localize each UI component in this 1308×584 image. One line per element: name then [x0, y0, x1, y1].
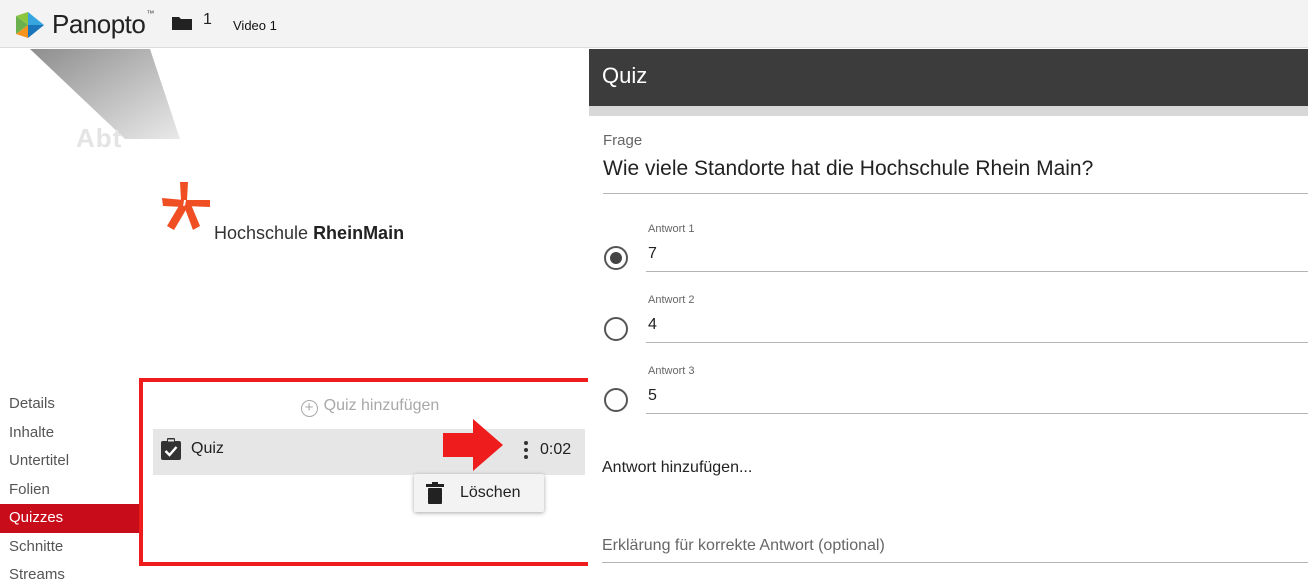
slide-faded-text: Abt: [76, 123, 123, 153]
panopto-logo[interactable]: Panopto™: [14, 9, 154, 40]
answer-label: Antwort 2: [648, 294, 695, 306]
hochschule-logo-icon: [162, 182, 210, 230]
nav-item-details[interactable]: Details: [0, 390, 140, 419]
answer-underline: [646, 413, 1308, 414]
question-underline: [603, 193, 1308, 194]
radio-unchecked-icon[interactable]: [604, 388, 628, 412]
more-vertical-icon[interactable]: [521, 441, 531, 463]
nav-item-inhalte[interactable]: Inhalte: [0, 419, 140, 448]
folder-icon[interactable]: [172, 16, 192, 30]
nav-item-folien[interactable]: Folien: [0, 476, 140, 505]
institution-name: Hochschule RheinMain: [214, 223, 405, 243]
brand-name: Panopto™: [52, 9, 154, 39]
nav-item-untertitel[interactable]: Untertitel: [0, 447, 140, 476]
quiz-item-label: Quiz: [191, 440, 224, 457]
add-answer-link[interactable]: Antwort hinzufügen...: [602, 459, 752, 477]
answer-label: Antwort 3: [648, 365, 695, 377]
red-arrow-icon: [443, 419, 503, 471]
explanation-underline: [602, 562, 1308, 563]
answer-underline: [646, 271, 1308, 272]
panopto-logo-icon: [16, 11, 44, 38]
trademark: ™: [146, 9, 154, 18]
editor-header: Quiz: [589, 49, 1308, 116]
quiz-list-item[interactable]: Quiz 0:02: [153, 429, 585, 475]
delete-label: Löschen: [460, 484, 521, 501]
video-preview: Abt Hochschule RheinMain: [0, 49, 588, 379]
answer-underline: [646, 342, 1308, 343]
nav-item-streams[interactable]: Streams: [0, 561, 140, 584]
answer-input[interactable]: 4: [648, 316, 657, 334]
breadcrumb-folder-name[interactable]: 1: [203, 11, 212, 29]
plus-circle-icon: +: [300, 400, 318, 417]
delete-menu-item[interactable]: Löschen: [414, 474, 544, 512]
editor-title: Quiz: [602, 63, 648, 88]
quiz-editor: Quiz Frage Wie viele Standorte hat die H…: [588, 49, 1308, 584]
add-quiz-label: Quiz hinzufügen: [323, 397, 440, 414]
quiz-list-panel: + Quiz hinzufügen Quiz 0:02 Löschen: [139, 378, 601, 566]
nav-item-schnitte[interactable]: Schnitte: [0, 533, 140, 562]
question-label: Frage: [603, 132, 643, 149]
answer-label: Antwort 1: [648, 223, 695, 235]
answer-input[interactable]: 7: [648, 245, 657, 263]
radio-unchecked-icon[interactable]: [604, 317, 628, 341]
breadcrumb-video-title: Video 1: [233, 18, 277, 33]
answer-input[interactable]: 5: [648, 387, 657, 405]
answer-row: Antwort 3 5: [588, 365, 1308, 429]
answer-row: Antwort 2 4: [588, 294, 1308, 358]
editor-nav: Details Inhalte Untertitel Folien Quizze…: [0, 390, 140, 584]
answer-row: Antwort 1 7: [588, 223, 1308, 287]
explanation-input[interactable]: Erklärung für korrekte Antwort (optional…: [602, 537, 885, 555]
clipboard-check-icon: [161, 438, 181, 460]
radio-checked-icon[interactable]: [604, 246, 628, 270]
quiz-item-time: 0:02: [540, 441, 572, 458]
question-input[interactable]: Wie viele Standorte hat die Hochschule R…: [603, 157, 1093, 181]
trash-icon: [426, 482, 444, 504]
nav-item-quizzes[interactable]: Quizzes: [0, 504, 140, 533]
top-bar: Panopto™ 1 Video 1: [0, 0, 1308, 48]
add-quiz-button[interactable]: + Quiz hinzufügen: [143, 397, 597, 417]
